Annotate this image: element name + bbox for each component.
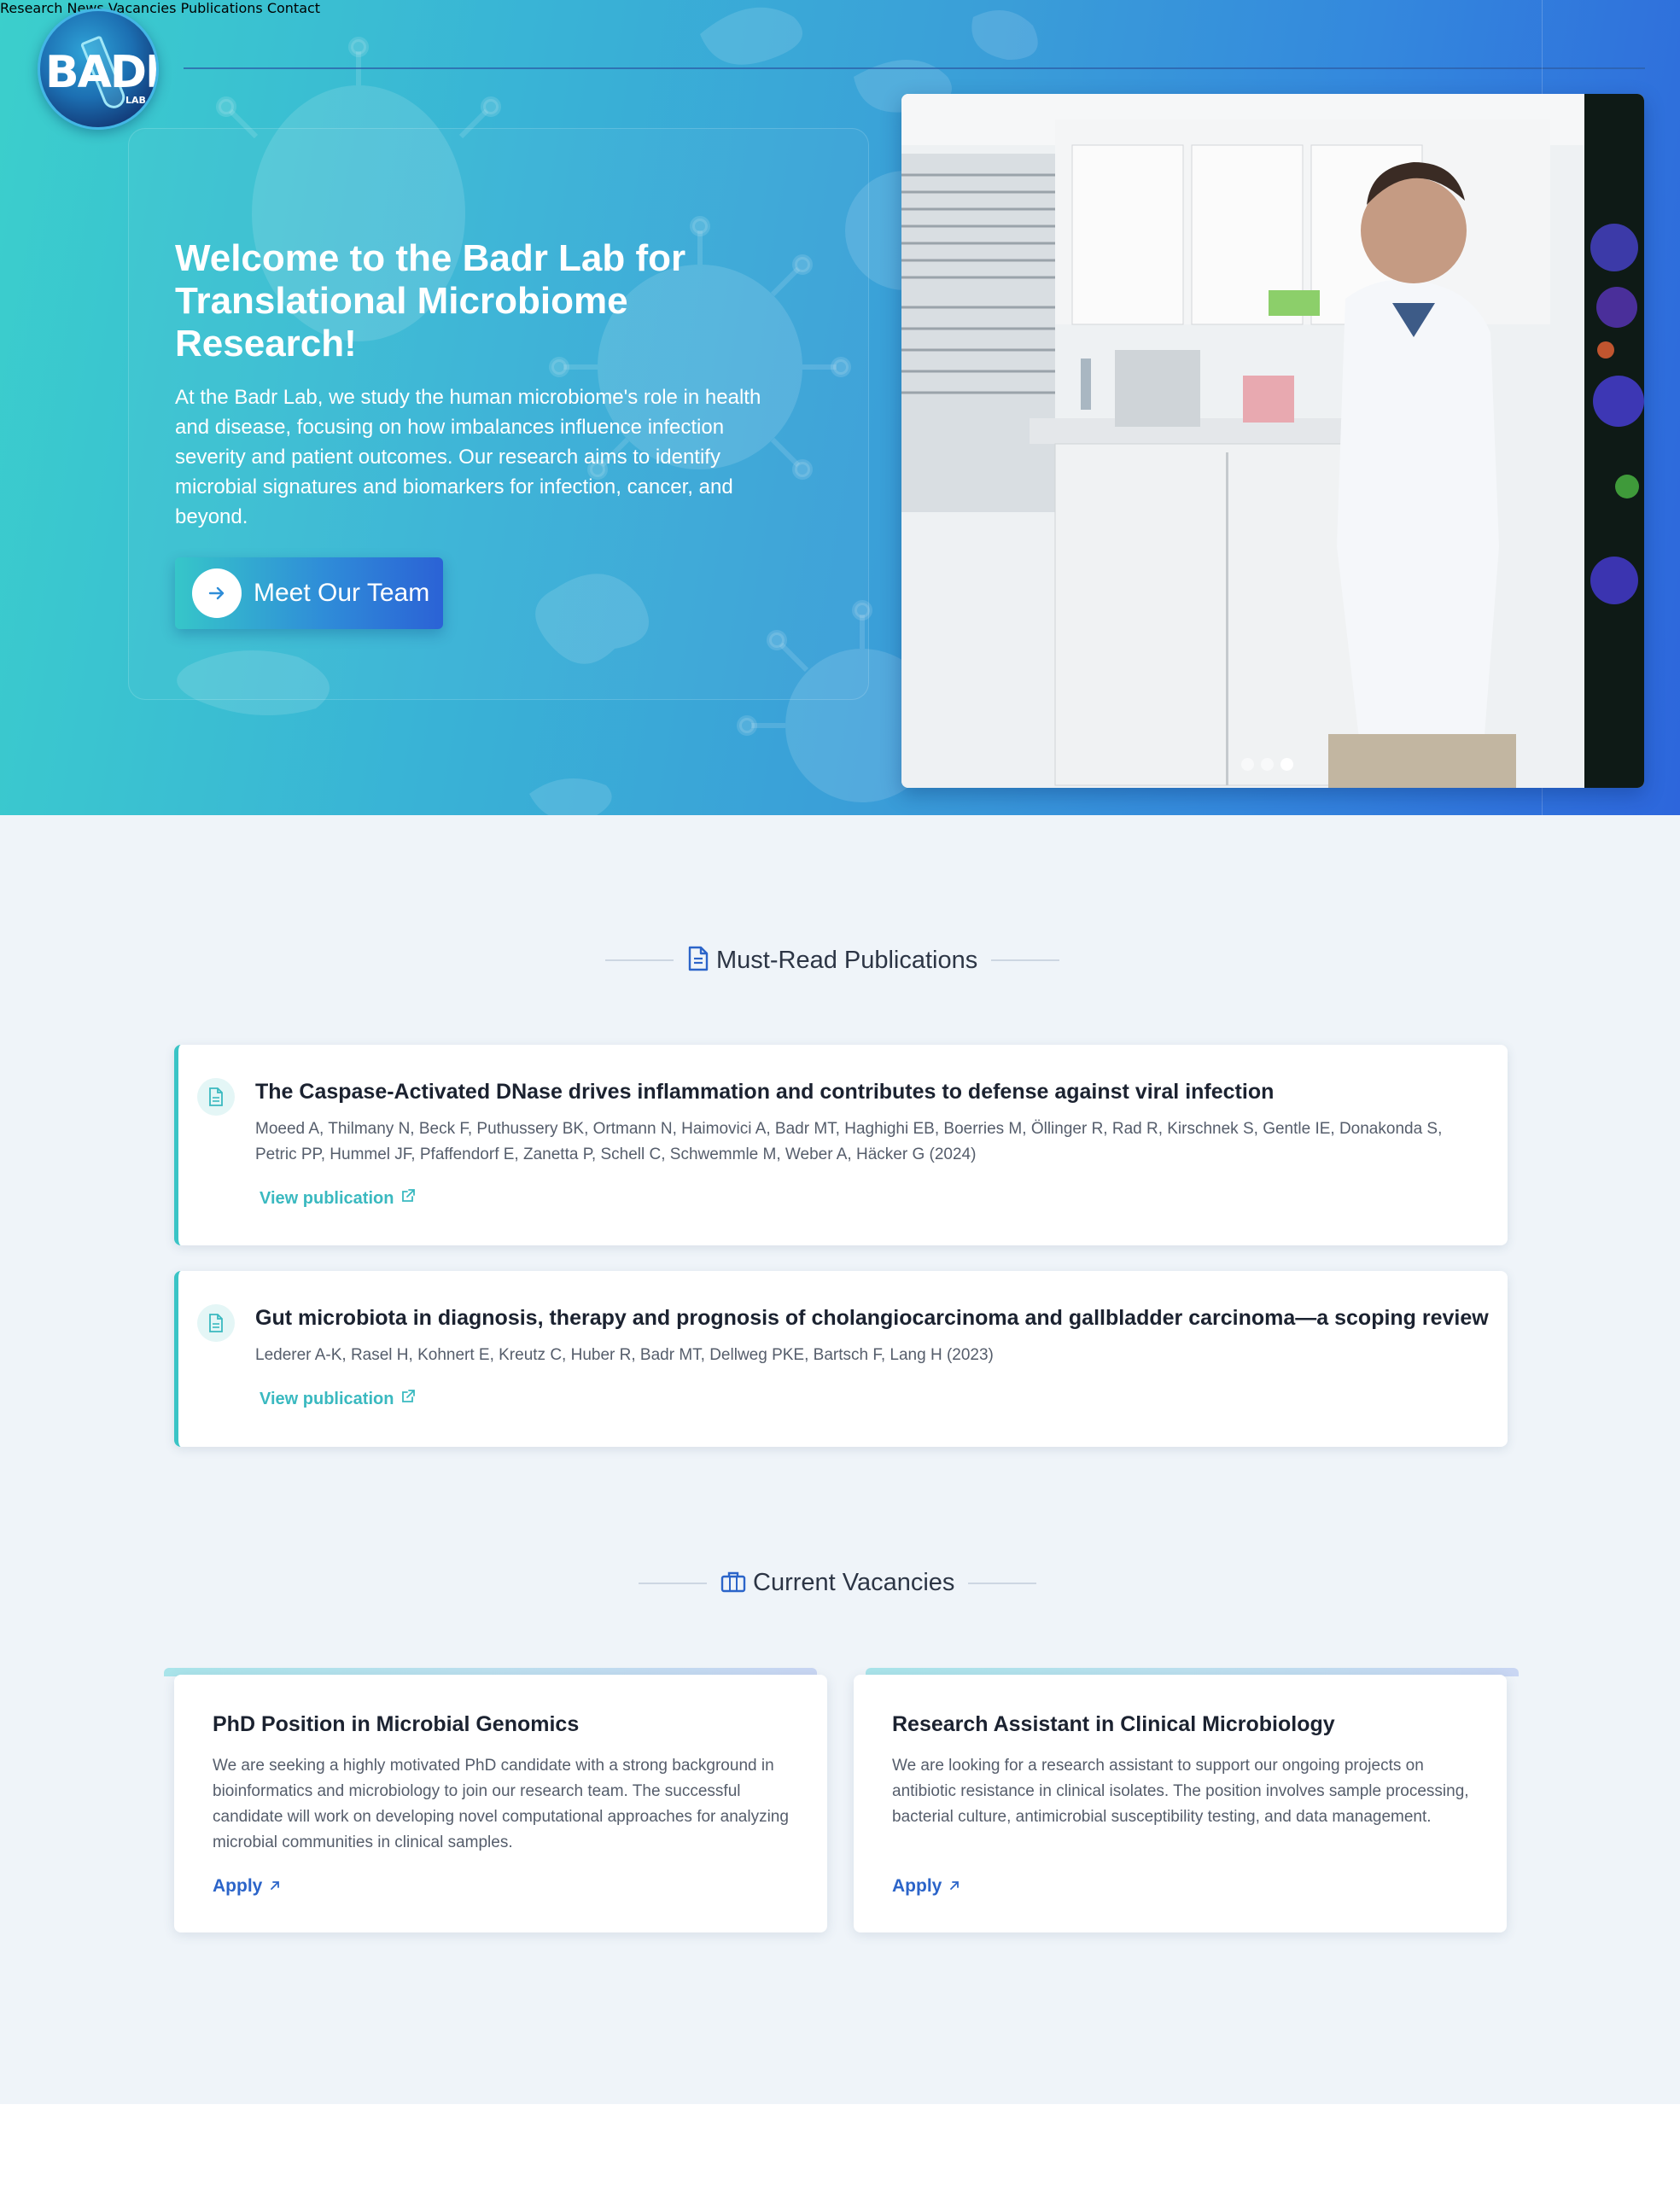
publications-heading: Must-Read Publications (605, 946, 1060, 975)
publications-heading-text: Must-Read Publications (716, 946, 978, 974)
document-icon (687, 946, 709, 975)
vacancy-card: PhD Position in Microbial Genomics We ar… (174, 1675, 827, 1932)
apply-link[interactable]: Apply (213, 1876, 281, 1897)
arrow-up-right-icon (948, 1876, 960, 1897)
carousel-dot-2[interactable] (1261, 758, 1274, 771)
page-bottom (0, 2104, 1680, 2186)
document-icon (197, 1304, 235, 1342)
meet-our-team-button[interactable]: Meet Our Team (175, 557, 443, 629)
vacancies-heading-text: Current Vacancies (753, 1569, 955, 1596)
publication-card: Gut microbiota in diagnosis, therapy and… (174, 1271, 1508, 1447)
vacancy-title: PhD Position in Microbial Genomics (213, 1712, 580, 1736)
view-publication-label: View publication (260, 1188, 394, 1208)
lab-logo[interactable]: BADR LAB (38, 9, 159, 130)
nav-divider (184, 67, 1645, 69)
publication-title: Gut microbiota in diagnosis, therapy and… (255, 1306, 1489, 1330)
heading-line-left (605, 959, 674, 961)
heading-line-left (639, 1582, 707, 1584)
logo-text: BADR (45, 47, 156, 98)
vacancies-heading: Current Vacancies (639, 1569, 1037, 1597)
view-publication-link[interactable]: View publication (260, 1188, 416, 1209)
external-link-icon (400, 1389, 416, 1409)
vacancy-description: We are looking for a research assistant … (892, 1757, 1469, 1826)
publication-card: The Caspase-Activated DNase drives infla… (174, 1045, 1508, 1245)
vacancy-title: Research Assistant in Clinical Microbiol… (892, 1712, 1335, 1736)
hero-title: Welcome to the Badr Lab for Translationa… (175, 237, 686, 364)
view-publication-link[interactable]: View publication (260, 1389, 416, 1409)
lab-photo-illustration (901, 94, 1644, 788)
external-link-icon (400, 1188, 416, 1209)
logo-subtext: LAB (125, 95, 146, 106)
meet-our-team-label: Meet Our Team (254, 579, 430, 607)
apply-label: Apply (213, 1876, 263, 1896)
heading-line-right (991, 959, 1060, 961)
arrow-up-right-icon (269, 1876, 281, 1897)
carousel-dot-1[interactable] (1241, 758, 1254, 771)
publication-authors: Moeed A, Thilmany N, Beck F, Puthussery … (255, 1120, 1443, 1163)
heading-line-right (968, 1582, 1037, 1584)
document-icon (197, 1078, 235, 1116)
hero-carousel-image[interactable] (901, 94, 1644, 788)
carousel-indicators (1241, 758, 1293, 771)
vacancy-card: Research Assistant in Clinical Microbiol… (854, 1675, 1507, 1932)
hero-section: BADR LAB Research News Vacancies Publica… (0, 0, 1680, 815)
publication-authors: Lederer A-K, Rasel H, Kohnert E, Kreutz … (255, 1346, 994, 1364)
apply-link[interactable]: Apply (892, 1876, 960, 1897)
carousel-dot-3-active[interactable] (1280, 758, 1293, 771)
vacancy-description: We are seeking a highly motivated PhD ca… (213, 1757, 789, 1851)
arrow-right-icon (192, 568, 242, 618)
briefcase-icon (720, 1570, 746, 1597)
apply-label: Apply (892, 1876, 942, 1896)
hero-description: At the Badr Lab, we study the human micr… (175, 386, 761, 528)
publication-title: The Caspase-Activated DNase drives infla… (255, 1080, 1275, 1104)
view-publication-label: View publication (260, 1389, 394, 1408)
